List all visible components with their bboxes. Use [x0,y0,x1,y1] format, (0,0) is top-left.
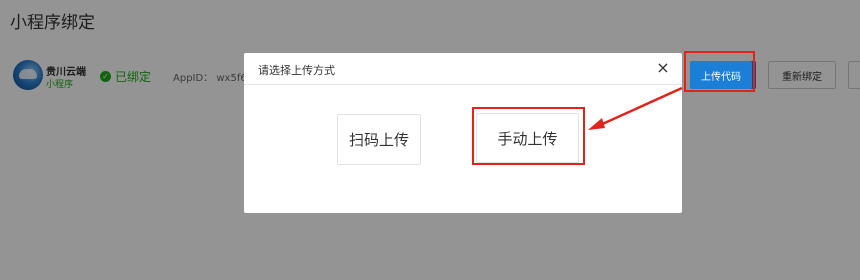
dialog-header: 请选择上传方式 × [244,53,682,85]
annotation-box-manual [472,107,585,165]
scan-upload-option[interactable]: 扫码上传 [337,114,421,165]
close-icon[interactable]: × [654,59,672,77]
dialog-title: 请选择上传方式 [258,64,335,77]
upload-method-dialog: 请选择上传方式 × 扫码上传 手动上传 [244,53,682,213]
annotation-box-upload [684,51,755,92]
